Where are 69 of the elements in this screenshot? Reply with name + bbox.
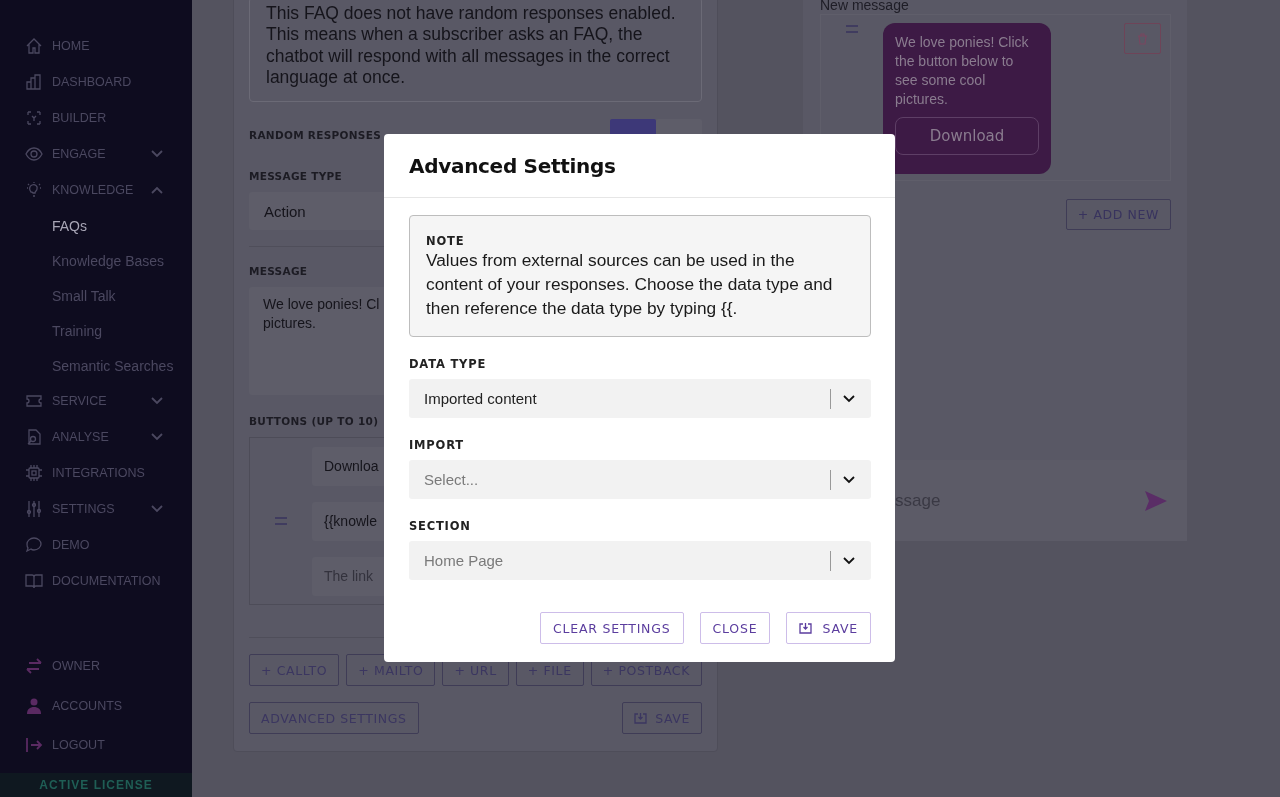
sidebar-item[interactable]: DASHBOARD [0, 64, 192, 100]
send-icon[interactable] [1145, 490, 1167, 511]
person-icon [25, 696, 43, 715]
eye-icon [25, 145, 43, 163]
sidebar-item[interactable]: ENGAGE [0, 136, 192, 172]
select-field[interactable]: Home Page [409, 541, 871, 580]
field-label: SECTION [409, 519, 471, 533]
save-icon [634, 712, 648, 725]
sidebar-item[interactable]: INTEGRATIONS [0, 455, 192, 491]
note-text: Values from external sources can be used in the content of your responses. Choose the data type and then reference the data type by typing {{. [426, 249, 834, 320]
info-text: This FAQ does not have random responses enabled. This means when a subscriber asks an FAQ, the chatbot will respond with all messages in the correct language at once. [249, 0, 702, 103]
sidebar-item[interactable]: KNOWLEDGE [0, 172, 192, 208]
field-label: BUTTONS (UP TO 10) [249, 415, 379, 428]
field-label: MESSAGE [249, 265, 308, 278]
lightbulb-icon [25, 181, 43, 199]
sidebar-subitem[interactable]: Knowledge Bases [0, 243, 192, 278]
dashed-frame-icon [25, 109, 43, 127]
field-label: MESSAGE TYPE [249, 170, 343, 183]
field-label: IMPORT [409, 438, 464, 452]
license-badge: ACTIVE LICENSE [0, 773, 192, 797]
preview-title: New message [820, 0, 910, 12]
field-label: RANDOM RESPONSES [249, 129, 382, 142]
drag-handle-icon[interactable] [275, 517, 287, 526]
speech-bubble-icon [25, 536, 43, 554]
sidebar-item[interactable]: ACCOUNTS [0, 686, 192, 726]
sidebar-subitem[interactable]: FAQs [0, 208, 192, 243]
home-icon [25, 37, 43, 55]
logout-icon [25, 736, 43, 755]
ticket-icon [25, 392, 43, 410]
sidebar-subitem[interactable]: Training [0, 313, 192, 348]
delete-button[interactable] [1124, 23, 1161, 54]
swap-arrows-icon [25, 657, 43, 676]
trash-icon [1137, 32, 1148, 45]
sidebar-item[interactable]: DEMO [0, 527, 192, 563]
save-icon [799, 622, 813, 634]
bubble-button[interactable]: Download [895, 117, 1039, 155]
save-button[interactable]: SAVE [786, 612, 871, 644]
chevron-down-icon [151, 150, 163, 158]
chevron-down-icon [843, 475, 855, 484]
sidebar-item[interactable]: HOME [0, 28, 192, 64]
modal-button[interactable]: CLEAR SETTINGS [539, 612, 684, 644]
drag-handle-icon[interactable] [846, 25, 858, 33]
bar-chart-icon [25, 73, 43, 91]
sidebar-subitem[interactable]: Small Talk [0, 278, 192, 313]
sidebar-item[interactable]: SETTINGS [0, 491, 192, 527]
select-field[interactable]: Select... [409, 460, 871, 499]
chevron-up-icon [151, 186, 163, 194]
field-label: DATA TYPE [409, 357, 487, 371]
chevron-down-icon [843, 394, 855, 403]
bubble-text: We love ponies! Click the button below to see some cool pictures. [895, 33, 1030, 109]
chevron-down-icon [151, 505, 163, 513]
sidebar-subitem[interactable]: Semantic Searches [0, 348, 192, 383]
sidebar-item[interactable]: ANALYSE [0, 419, 192, 455]
select-field[interactable]: Imported content [409, 379, 871, 418]
book-icon [25, 572, 43, 590]
sliders-icon [25, 500, 43, 518]
chevron-down-icon [151, 433, 163, 441]
sidebar-item[interactable]: LOGOUT [0, 725, 192, 765]
chip-icon [25, 464, 43, 482]
sidebar-item[interactable]: OWNER [0, 646, 192, 686]
sidebar-item[interactable]: BUILDER [0, 100, 192, 136]
chevron-down-icon [151, 397, 163, 405]
modal-button[interactable]: CLOSE [699, 612, 771, 644]
chevron-down-icon [843, 556, 855, 565]
modal-title: Advanced Settings [409, 153, 616, 178]
sidebar-item[interactable]: SERVICE [0, 383, 192, 419]
magnifier-page-icon [25, 428, 43, 446]
note-label: NOTE [426, 234, 465, 248]
sidebar-item[interactable]: DOCUMENTATION [0, 563, 192, 599]
